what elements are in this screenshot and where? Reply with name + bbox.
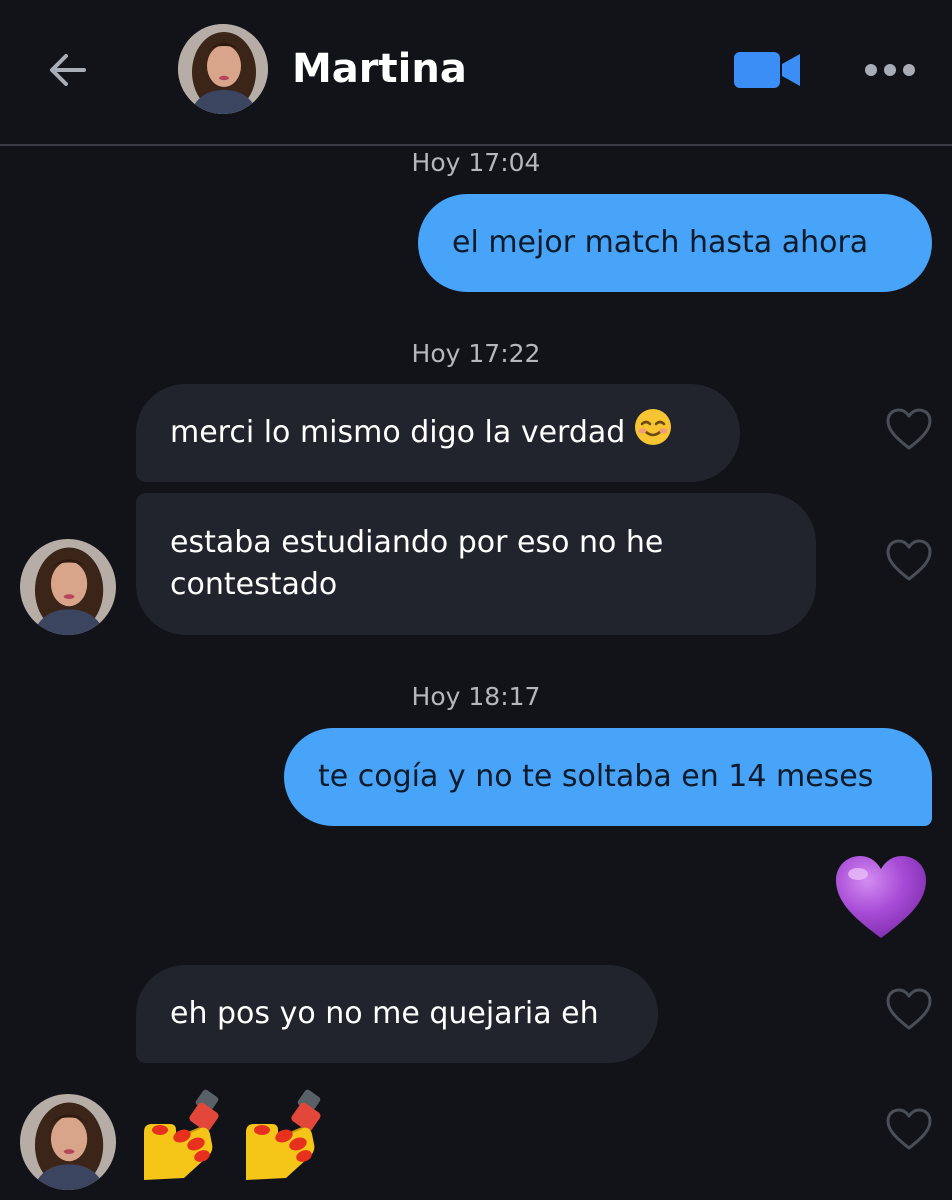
nail-polish-icon[interactable] [140, 1088, 236, 1188]
more-horizontal-icon [865, 64, 915, 76]
like-button[interactable] [884, 537, 934, 583]
message-text: eh pos yo no me quejaria eh [170, 996, 599, 1031]
sent-message[interactable]: el mejor match hasta ahora [418, 194, 932, 292]
received-message[interactable]: estaba estudiando por eso no he contesta… [136, 493, 816, 635]
heart-outline-icon [886, 539, 932, 581]
like-button[interactable] [884, 1106, 934, 1152]
timestamp: Hoy 17:04 [411, 148, 541, 177]
contact-avatar[interactable] [20, 1094, 116, 1190]
message-text: el mejor match hasta ahora [452, 225, 869, 260]
video-camera-icon [734, 52, 800, 88]
like-button[interactable] [884, 986, 934, 1032]
contact-avatar[interactable] [178, 24, 268, 114]
heart-outline-icon [886, 1108, 932, 1150]
video-call-button[interactable] [732, 50, 804, 90]
contact-avatar[interactable] [20, 539, 116, 635]
avatar-photo [20, 539, 116, 635]
message-text-line: contestado [170, 567, 338, 602]
avatar-photo [20, 1094, 116, 1190]
timestamp: Hoy 18:17 [411, 682, 541, 711]
arrow-left-icon [50, 54, 86, 86]
message-text: merci lo mismo digo la verdad [170, 415, 626, 450]
timestamp: Hoy 17:22 [411, 339, 541, 368]
received-message[interactable]: eh pos yo no me quejaria eh [136, 965, 658, 1063]
smiling-face-icon [633, 407, 673, 459]
received-message[interactable]: merci lo mismo digo la verdad [136, 384, 740, 482]
like-button[interactable] [884, 406, 934, 452]
avatar-photo [178, 24, 268, 114]
heart-outline-icon [886, 408, 932, 450]
message-text: te cogía y no te soltaba en 14 meses [318, 759, 874, 794]
nail-polish-icon[interactable] [242, 1088, 338, 1188]
sent-message[interactable]: te cogía y no te soltaba en 14 meses [284, 728, 932, 826]
contact-name[interactable]: Martina [292, 42, 467, 96]
message-text-line: estaba estudiando por eso no he [170, 525, 664, 560]
heart-outline-icon [886, 988, 932, 1030]
back-button[interactable] [44, 46, 92, 94]
chat-header: Martina [0, 0, 952, 146]
purple-heart-icon[interactable] [832, 852, 930, 946]
more-options-button[interactable] [860, 50, 920, 90]
